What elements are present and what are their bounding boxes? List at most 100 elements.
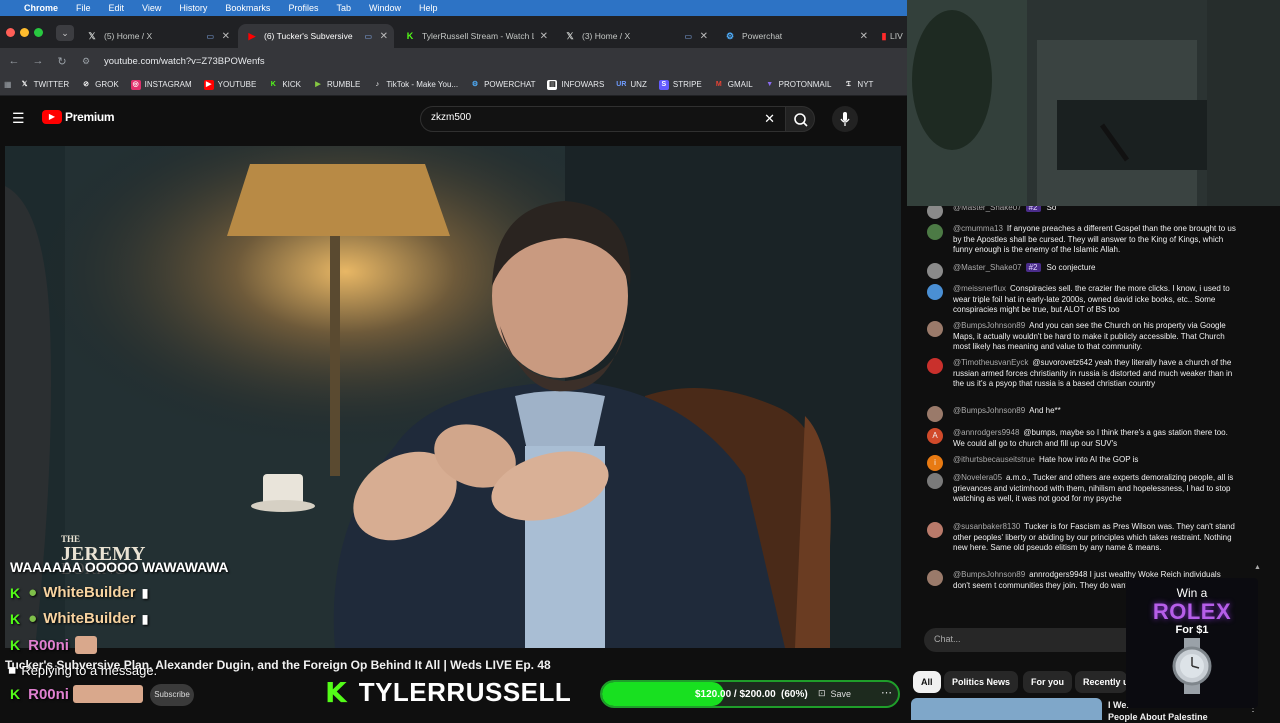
zoom-window-button[interactable] <box>34 28 43 37</box>
avatar[interactable] <box>927 473 943 489</box>
chat-username[interactable]: @meissnerflux <box>953 284 1006 293</box>
chat-message: i @ithurtsbecauseitstrue Hate how into AI … <box>912 455 1242 471</box>
chat-username[interactable]: @BumpsJohnson89 <box>953 570 1025 579</box>
chat-username[interactable]: @ithurtsbecauseitstrue <box>953 455 1035 464</box>
close-tab-icon[interactable]: ✕ <box>222 31 230 42</box>
bookmark-twitter[interactable]: 𝕏 TWITTER <box>20 80 69 90</box>
chat-message-text: So conjecture <box>1046 263 1096 272</box>
chat-input[interactable]: Chat... <box>924 628 1154 652</box>
live-icon: ▮ <box>881 30 887 41</box>
filter-chip-recently-uploaded[interactable]: Recently u <box>1075 671 1127 693</box>
bookmark-gmail[interactable]: M GMAIL <box>714 80 753 90</box>
menu-edit[interactable]: Edit <box>109 3 125 13</box>
avatar[interactable]: i <box>927 455 943 471</box>
filter-chip-politics-news[interactable]: Politics News <box>944 671 1019 693</box>
chat-username[interactable]: @TimotheusvanEyck <box>953 358 1028 367</box>
avatar[interactable]: A <box>927 428 943 444</box>
menu-bookmarks[interactable]: Bookmarks <box>225 3 270 13</box>
youtube-icon: ▶ <box>203 79 214 90</box>
chat-username[interactable]: @BumpsJohnson89 <box>953 321 1025 330</box>
avatar[interactable] <box>927 224 943 240</box>
chat-scrollbar[interactable]: ▲ <box>1254 206 1262 622</box>
avatar[interactable] <box>927 284 943 300</box>
back-icon[interactable]: ← <box>2 55 26 67</box>
save-button[interactable]: ⊡ Save <box>818 688 851 699</box>
bookmark-instagram[interactable]: ◎ INSTAGRAM <box>130 79 192 90</box>
bookmark-unz[interactable]: UR UNZ <box>616 80 647 90</box>
tab-title: LIV <box>890 31 903 41</box>
close-window-button[interactable] <box>6 28 15 37</box>
minimize-window-button[interactable] <box>20 28 29 37</box>
search-input[interactable]: zkzm500 ✕ <box>420 106 786 132</box>
chat-username[interactable]: @annrodgers9948 <box>953 428 1019 437</box>
url-field[interactable]: youtube.com/watch?v=Z73BPOWenfs <box>104 56 265 67</box>
avatar[interactable] <box>927 522 943 538</box>
kick-logo-icon: K <box>325 676 347 709</box>
filter-chip-all[interactable]: All <box>913 671 941 693</box>
bookmark-tiktok[interactable]: ♪ TikTok - Make You... <box>372 80 458 90</box>
menu-help[interactable]: Help <box>419 3 438 13</box>
avatar[interactable] <box>927 358 943 374</box>
chat-username[interactable]: @susanbaker8130 <box>953 522 1020 531</box>
apps-grid-icon[interactable]: ▦ <box>4 80 12 89</box>
chat-message: @BumpsJohnson89 And he** <box>912 406 1242 422</box>
bookmark-protonmail[interactable]: ▼ PROTONMAIL <box>765 80 831 90</box>
chat-message-body: @Master_Shake07 #2 So conjecture <box>953 263 1236 279</box>
bookmark-nyt[interactable]: 𝔗 NYT <box>843 80 873 90</box>
filter-chip-for-you[interactable]: For you <box>1023 671 1072 693</box>
avatar[interactable] <box>927 263 943 279</box>
kick-icon: K <box>406 31 414 41</box>
kick-chat-line: K R00ni <box>10 636 97 654</box>
x-logo-icon: 𝕏 <box>566 30 574 41</box>
rolex-giveaway-promo[interactable]: Win a ROLEX For $1 <box>1126 578 1258 708</box>
menubar-app-name[interactable]: Chrome <box>24 3 58 13</box>
avatar[interactable] <box>927 206 943 219</box>
menu-window[interactable]: Window <box>369 3 401 13</box>
recommended-video-thumbnail[interactable] <box>911 698 1102 720</box>
close-tab-icon[interactable]: ✕ <box>860 31 868 42</box>
chat-username[interactable]: @Master_Shake07 <box>953 263 1022 272</box>
more-options-icon[interactable]: ⋯ <box>881 686 892 699</box>
voice-search-button[interactable] <box>832 106 858 132</box>
bookmark-stripe[interactable]: S STRIPE <box>658 79 702 90</box>
close-tab-icon[interactable]: ✕ <box>540 31 548 42</box>
tab-live[interactable]: ▮ LIV <box>876 24 907 48</box>
menu-file[interactable]: File <box>76 3 91 13</box>
bookmark-rumble[interactable]: ▶ RUMBLE <box>313 80 360 90</box>
protonmail-icon: ▼ <box>766 80 774 88</box>
chat-username[interactable]: @BumpsJohnson89 <box>953 406 1025 415</box>
close-tab-icon[interactable]: ✕ <box>700 31 708 42</box>
bookmark-kick[interactable]: K KICK <box>268 80 301 90</box>
menu-history[interactable]: History <box>179 3 207 13</box>
chat-username[interactable]: @Master_Shake07 <box>953 206 1022 212</box>
scroll-down-icon[interactable]: ▲ <box>1254 564 1261 571</box>
reload-icon[interactable]: ↻ <box>50 55 74 68</box>
close-tab-icon[interactable]: ✕ <box>380 31 388 42</box>
forward-icon[interactable]: → <box>26 55 50 67</box>
bookmark-powerchat[interactable]: ⚙ POWERCHAT <box>470 80 536 90</box>
tab-x-home-3[interactable]: 𝕏 (3) Home / X ▭ ✕ <box>556 24 714 48</box>
chat-message-body: @Novelera05 a.m.o., Tucker and others are… <box>953 473 1236 505</box>
avatar[interactable] <box>927 406 943 422</box>
menu-profiles[interactable]: Profiles <box>288 3 318 13</box>
menu-tab[interactable]: Tab <box>336 3 351 13</box>
search-button[interactable] <box>785 106 815 132</box>
hamburger-menu-icon[interactable]: ☰ <box>12 110 25 127</box>
tab-kick-stream[interactable]: K TylerRussell Stream - Watch L ✕ <box>396 24 554 48</box>
youtube-premium-logo[interactable]: ▶ Premium <box>42 110 115 124</box>
subscribe-button[interactable]: Subscribe <box>150 684 194 706</box>
bookmark-youtube[interactable]: ▶ YOUTUBE <box>203 79 256 90</box>
bookmark-grok[interactable]: ⊘ GROK <box>81 80 119 90</box>
avatar[interactable] <box>927 570 943 586</box>
tab-search-chevron-icon[interactable]: ⌄ <box>56 25 74 41</box>
site-info-icon[interactable]: ⚙ <box>74 56 98 67</box>
chat-username[interactable]: @Novelera05 <box>953 473 1002 482</box>
tab-youtube-video[interactable]: ▶ (6) Tucker's Subversive Pl ▭ ✕ <box>238 24 394 48</box>
chat-username[interactable]: @cmumma13 <box>953 224 1003 233</box>
menu-view[interactable]: View <box>142 3 161 13</box>
clear-search-icon[interactable]: ✕ <box>764 111 775 127</box>
avatar[interactable] <box>927 321 943 337</box>
bookmark-infowars[interactable]: ▤ INFOWARS <box>547 79 604 90</box>
tab-powerchat[interactable]: ⚙ Powerchat ✕ <box>716 24 874 48</box>
tab-x-home-5[interactable]: 𝕏 (5) Home / X ▭ ✕ <box>78 24 236 48</box>
